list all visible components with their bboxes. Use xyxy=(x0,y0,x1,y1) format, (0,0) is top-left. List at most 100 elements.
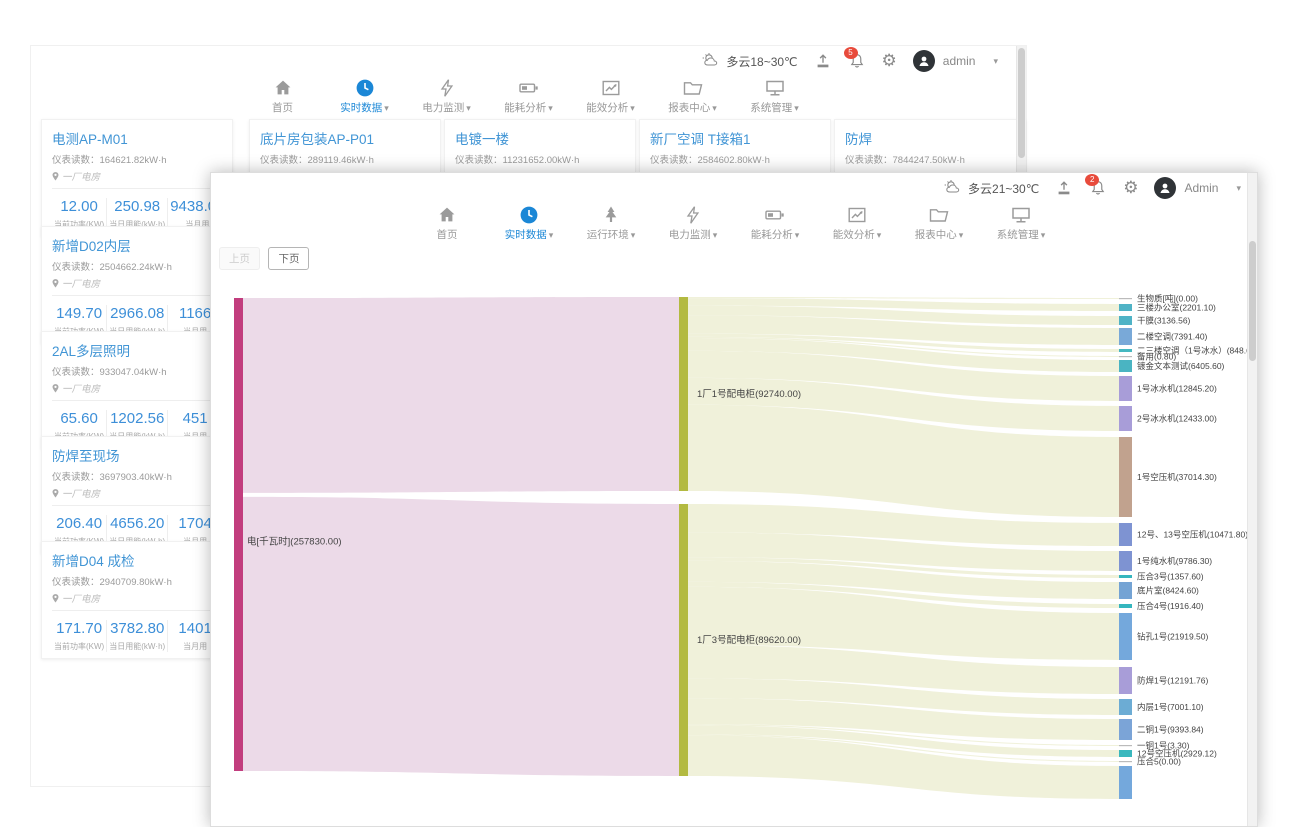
meter-card[interactable]: 电测AP-M01 仪表读数：164621.82kW·h 一厂电房 12.00当前… xyxy=(41,119,233,237)
sankey-node-leaf[interactable] xyxy=(1119,304,1132,311)
sankey-node-leaf[interactable] xyxy=(1119,745,1132,746)
sankey-label: 压合5(0.00) xyxy=(1137,757,1181,767)
meter-location: 一厂电房 xyxy=(62,276,100,290)
avatar[interactable] xyxy=(913,50,935,72)
meter-card[interactable]: 新增D02内层 仪表读数：2504662.24kW·h 一厂电房 149.70当… xyxy=(41,226,233,344)
location-pin-icon xyxy=(52,594,59,603)
sankey-node-leaf[interactable] xyxy=(1119,761,1132,762)
sankey-node-root[interactable] xyxy=(234,298,243,771)
meter-value-label: 当前功率(KW) xyxy=(54,641,104,652)
sankey-label: 电[千瓦时](257830.00) xyxy=(247,536,342,548)
notifications-bell-icon[interactable]: 2 xyxy=(1089,179,1107,197)
sankey-node-leaf[interactable] xyxy=(1119,437,1132,517)
sankey-label: 1厂3号配电柜(89620.00) xyxy=(697,634,801,646)
folder-icon xyxy=(913,205,965,227)
meter-value-label: 当日用能(kW·h) xyxy=(109,641,165,652)
sankey-node-leaf[interactable] xyxy=(1119,551,1132,571)
sankey-node-leaf[interactable] xyxy=(1119,766,1132,799)
avatar[interactable] xyxy=(1154,177,1176,199)
sankey-label: 压合4号(1916.40) xyxy=(1137,601,1204,611)
upload-icon[interactable] xyxy=(814,52,832,70)
front-scrollbar-thumb[interactable] xyxy=(1249,241,1256,361)
tree-icon xyxy=(585,205,637,227)
front-scrollbar[interactable] xyxy=(1247,173,1257,826)
sankey-label: 干膜(3136.56) xyxy=(1137,316,1191,326)
nav-item-energy-consumption[interactable]: 能耗分析▾ xyxy=(503,78,555,122)
sankey-node-leaf[interactable] xyxy=(1119,328,1132,345)
notifications-bell-icon[interactable]: 5 xyxy=(848,52,866,70)
location-pin-icon xyxy=(52,384,59,393)
sankey-node-leaf[interactable] xyxy=(1119,604,1132,608)
meter-reading: 仪表读数：289119.46kW·h xyxy=(260,152,430,166)
nav-item-power-monitor[interactable]: 电力监测▾ xyxy=(421,78,473,122)
nav-item-label: 能效分析 xyxy=(586,102,628,114)
meter-value-number: 1202.56 xyxy=(109,410,165,427)
weather-icon xyxy=(700,52,722,71)
meter-reading: 仪表读数：164621.82kW·h xyxy=(52,152,222,166)
chevron-down-icon: ▾ xyxy=(630,103,635,113)
meter-card[interactable]: 新增D04 成检 仪表读数：2940709.80kW·h 一厂电房 171.70… xyxy=(41,541,233,659)
sankey-node-leaf[interactable] xyxy=(1119,719,1132,740)
meter-reading: 仪表读数：7844247.50kW·h xyxy=(845,152,1015,166)
chevron-down-icon: ▾ xyxy=(466,103,471,113)
folder-icon xyxy=(667,78,719,100)
nav-item-report-center[interactable]: 报表中心▾ xyxy=(667,78,719,122)
sankey-label: 备用(0.80) xyxy=(1137,352,1176,362)
nav-item-home[interactable]: 首页 xyxy=(257,78,309,122)
chevron-down-icon: ▾ xyxy=(993,56,998,67)
upload-icon[interactable] xyxy=(1055,179,1073,197)
meter-card-title: 电测AP-M01 xyxy=(52,128,222,148)
meter-card-title: 电镀一楼 xyxy=(455,128,625,148)
nav-item-label: 系统管理 xyxy=(750,102,792,114)
sankey-node-leaf[interactable] xyxy=(1119,360,1132,372)
sankey-label: 二楼空调(7391.40) xyxy=(1137,332,1208,342)
back-topbar: 多云18~30℃ 5 ⚙ admin ▾ xyxy=(31,46,1026,76)
sankey-node-leaf[interactable] xyxy=(1119,316,1132,325)
notification-badge: 5 xyxy=(844,47,858,59)
sankey-node-leaf[interactable] xyxy=(1119,376,1132,401)
pager: 上页 下页 xyxy=(219,247,313,270)
meter-value-number: 65.60 xyxy=(54,410,104,427)
front-topbar: 多云21~30℃ 2 ⚙ Admin ▾ xyxy=(211,173,1257,203)
sankey-node-leaf[interactable] xyxy=(1119,523,1132,546)
chevron-down-icon: ▾ xyxy=(384,103,389,113)
sankey-panel: 上页 下页 电[千瓦时](257830.00) 1厂1号配电柜(92740.00)… xyxy=(211,239,1257,826)
sankey-node-leaf[interactable] xyxy=(1119,613,1132,660)
prev-page-button[interactable]: 上页 xyxy=(219,247,260,270)
sankey-label: 1号纯水机(9786.30) xyxy=(1137,556,1212,566)
sankey-node-leaf[interactable] xyxy=(1119,750,1132,757)
gear-icon[interactable]: ⚙ xyxy=(1123,178,1138,198)
back-scrollbar-thumb[interactable] xyxy=(1018,48,1025,158)
meter-reading: 仪表读数：2504662.24kW·h xyxy=(52,259,222,273)
gear-icon[interactable]: ⚙ xyxy=(882,51,897,71)
meter-card[interactable]: 2AL多层照明 仪表读数：933047.04kW·h 一厂电房 65.60当前功… xyxy=(41,331,233,449)
sankey-node-leaf[interactable] xyxy=(1119,406,1132,431)
sankey-node-leaf[interactable] xyxy=(1119,699,1132,715)
sankey-node-mid[interactable] xyxy=(679,297,688,491)
meter-value-number: 12.00 xyxy=(54,198,104,215)
weather-icon xyxy=(942,179,964,198)
nav-item-energy-efficiency[interactable]: 能效分析▾ xyxy=(585,78,637,122)
sankey-node-leaf[interactable] xyxy=(1119,298,1132,299)
battery-icon xyxy=(503,78,555,100)
username[interactable]: Admin xyxy=(1184,181,1218,195)
meter-reading: 仪表读数：2584602.80kW·h xyxy=(650,152,820,166)
sankey-label: 镀金文本测试(6405.60) xyxy=(1137,361,1225,371)
username[interactable]: admin xyxy=(943,54,976,68)
sankey-node-leaf[interactable] xyxy=(1119,582,1132,599)
nav-item-system-management[interactable]: 系统管理▾ xyxy=(749,78,801,122)
sankey-node-leaf[interactable] xyxy=(1119,356,1132,357)
meter-value-number: 3782.80 xyxy=(109,620,165,637)
meter-card-title: 防焊 xyxy=(845,128,1015,148)
sankey-node-mid[interactable] xyxy=(679,504,688,776)
sankey-node-leaf[interactable] xyxy=(1119,667,1132,694)
monitor-icon xyxy=(995,205,1047,227)
next-page-button[interactable]: 下页 xyxy=(268,247,309,270)
nav-item-realtime-data[interactable]: 实时数据▾ xyxy=(339,78,391,122)
sankey-label: 二铜1号(9393.84) xyxy=(1137,725,1204,735)
meter-card[interactable]: 防焊至现场 仪表读数：3697903.40kW·h 一厂电房 206.40当前功… xyxy=(41,436,233,554)
sankey-node-leaf[interactable] xyxy=(1119,575,1132,578)
sankey-label: 1厂1号配电柜(92740.00) xyxy=(697,388,801,400)
sankey-node-leaf[interactable] xyxy=(1119,349,1132,352)
chevron-down-icon: ▾ xyxy=(794,103,799,113)
